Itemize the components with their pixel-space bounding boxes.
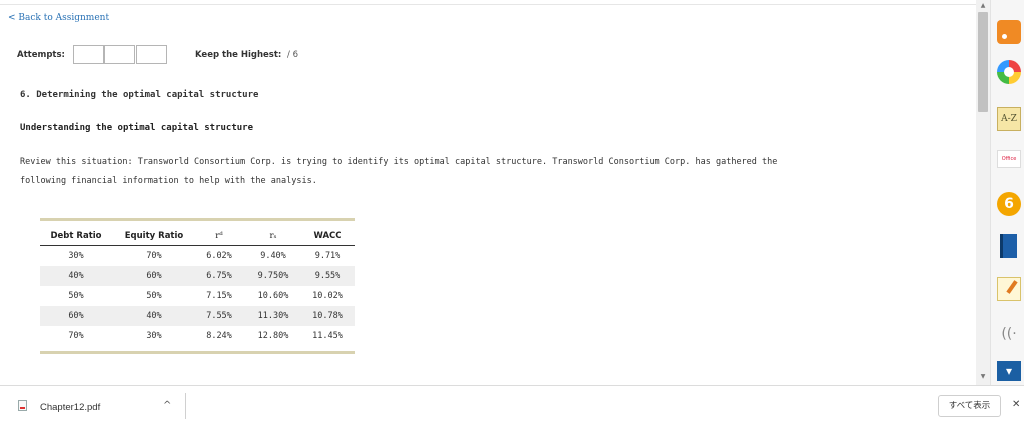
- side-dock: A-Z Office 6 ((· ▾: [990, 0, 1024, 385]
- table-row: 60% 40% 7.55% 11.30% 10.78%: [40, 306, 355, 326]
- cell-wacc: 10.78%: [312, 311, 343, 321]
- cell-debt-ratio: 70%: [68, 331, 84, 341]
- cell-wacc: 11.45%: [312, 331, 343, 341]
- header-equity-ratio: Equity Ratio: [124, 231, 184, 241]
- attempt-box-2: [104, 45, 135, 64]
- keep-highest-label: Keep the Highest:: [195, 50, 282, 60]
- header-wacc: WACC: [313, 231, 342, 241]
- cell-debt-ratio: 60%: [68, 311, 84, 321]
- cell-equity-ratio: 70%: [146, 251, 162, 261]
- table-row: 30% 70% 6.02% 9.40% 9.71%: [40, 246, 355, 266]
- cell-rd: 7.15%: [206, 291, 232, 301]
- download-bar: Chapter12.pdf ^ すべて表示 ✕: [0, 385, 1024, 423]
- cell-wacc: 9.55%: [314, 271, 341, 281]
- question-text-line-1: Review this situation: Transworld Consor…: [20, 157, 778, 167]
- back-to-assignment-link[interactable]: < Back to Assignment: [8, 13, 109, 23]
- header-debt-ratio: Debt Ratio: [50, 231, 102, 241]
- chevron-down-icon[interactable]: ▾: [997, 361, 1021, 381]
- keep-highest-value: / 6: [287, 50, 298, 60]
- cell-equity-ratio: 40%: [146, 311, 162, 321]
- cell-rs: 9.750%: [257, 271, 289, 281]
- table-top-rule: [40, 218, 355, 221]
- cell-debt-ratio: 50%: [68, 291, 84, 301]
- show-all-downloads-button[interactable]: すべて表示: [938, 395, 1001, 417]
- page-scrollbar[interactable]: ▲ ▼: [976, 0, 990, 385]
- cell-rd: 8.24%: [206, 331, 232, 341]
- cell-debt-ratio: 40%: [68, 271, 84, 281]
- table-row: 50% 50% 7.15% 10.60% 10.02%: [40, 286, 355, 306]
- pdf-file-icon: [18, 400, 27, 411]
- assignment-page: < Back to Assignment Attempts: Keep the …: [0, 0, 976, 385]
- cell-wacc: 10.02%: [312, 291, 343, 301]
- cell-rs: 9.40%: [260, 251, 286, 261]
- notepad-icon[interactable]: [997, 277, 1021, 301]
- cell-rs: 11.30%: [257, 311, 289, 321]
- top-divider: [0, 4, 976, 5]
- cell-equity-ratio: 50%: [146, 291, 162, 301]
- wifi-icon[interactable]: ((·: [997, 322, 1021, 346]
- download-file-name[interactable]: Chapter12.pdf: [40, 402, 100, 413]
- scroll-thumb[interactable]: [978, 12, 988, 112]
- scroll-down-arrow-icon[interactable]: ▼: [976, 371, 990, 383]
- cell-wacc: 9.71%: [314, 251, 341, 261]
- attempts-label: Attempts:: [17, 50, 65, 60]
- question-text-line-2: following financial information to help …: [20, 176, 317, 186]
- close-icon[interactable]: ✕: [1012, 399, 1020, 410]
- scroll-up-arrow-icon[interactable]: ▲: [976, 0, 990, 12]
- attempt-box-1: [73, 45, 104, 64]
- table-row: 70% 30% 8.24% 12.80% 11.45%: [40, 326, 355, 346]
- cell-equity-ratio: 30%: [146, 331, 162, 341]
- chrome-icon[interactable]: [997, 60, 1021, 84]
- download-divider: [185, 393, 186, 419]
- book-icon[interactable]: [1000, 234, 1017, 258]
- chevron-up-icon[interactable]: ^: [163, 400, 171, 411]
- rss-icon[interactable]: [997, 20, 1021, 44]
- cell-debt-ratio: 30%: [68, 251, 84, 261]
- table-row: 40% 60% 6.75% 9.750% 9.55%: [40, 266, 355, 286]
- yellow-app-icon[interactable]: 6: [997, 192, 1021, 216]
- cell-rd: 6.75%: [206, 271, 232, 281]
- cell-rs: 12.80%: [257, 331, 289, 341]
- office-icon[interactable]: Office: [997, 150, 1021, 168]
- attempt-box-3: [136, 45, 167, 64]
- cell-rd: 6.02%: [206, 251, 232, 261]
- table-bottom-rule: [40, 351, 355, 354]
- question-title: 6. Determining the optimal capital struc…: [20, 90, 259, 100]
- a-z-dictionary-icon[interactable]: A-Z: [997, 107, 1021, 131]
- question-subtitle: Understanding the optimal capital struct…: [20, 123, 253, 133]
- header-rs: rₛ: [269, 231, 277, 241]
- cell-equity-ratio: 60%: [146, 271, 162, 281]
- cell-rs: 10.60%: [257, 291, 289, 301]
- cell-rd: 7.55%: [206, 311, 232, 321]
- table-header: Debt Ratio Equity Ratio rᵈ rₛ WACC: [40, 225, 355, 246]
- header-rd: rᵈ: [215, 231, 223, 241]
